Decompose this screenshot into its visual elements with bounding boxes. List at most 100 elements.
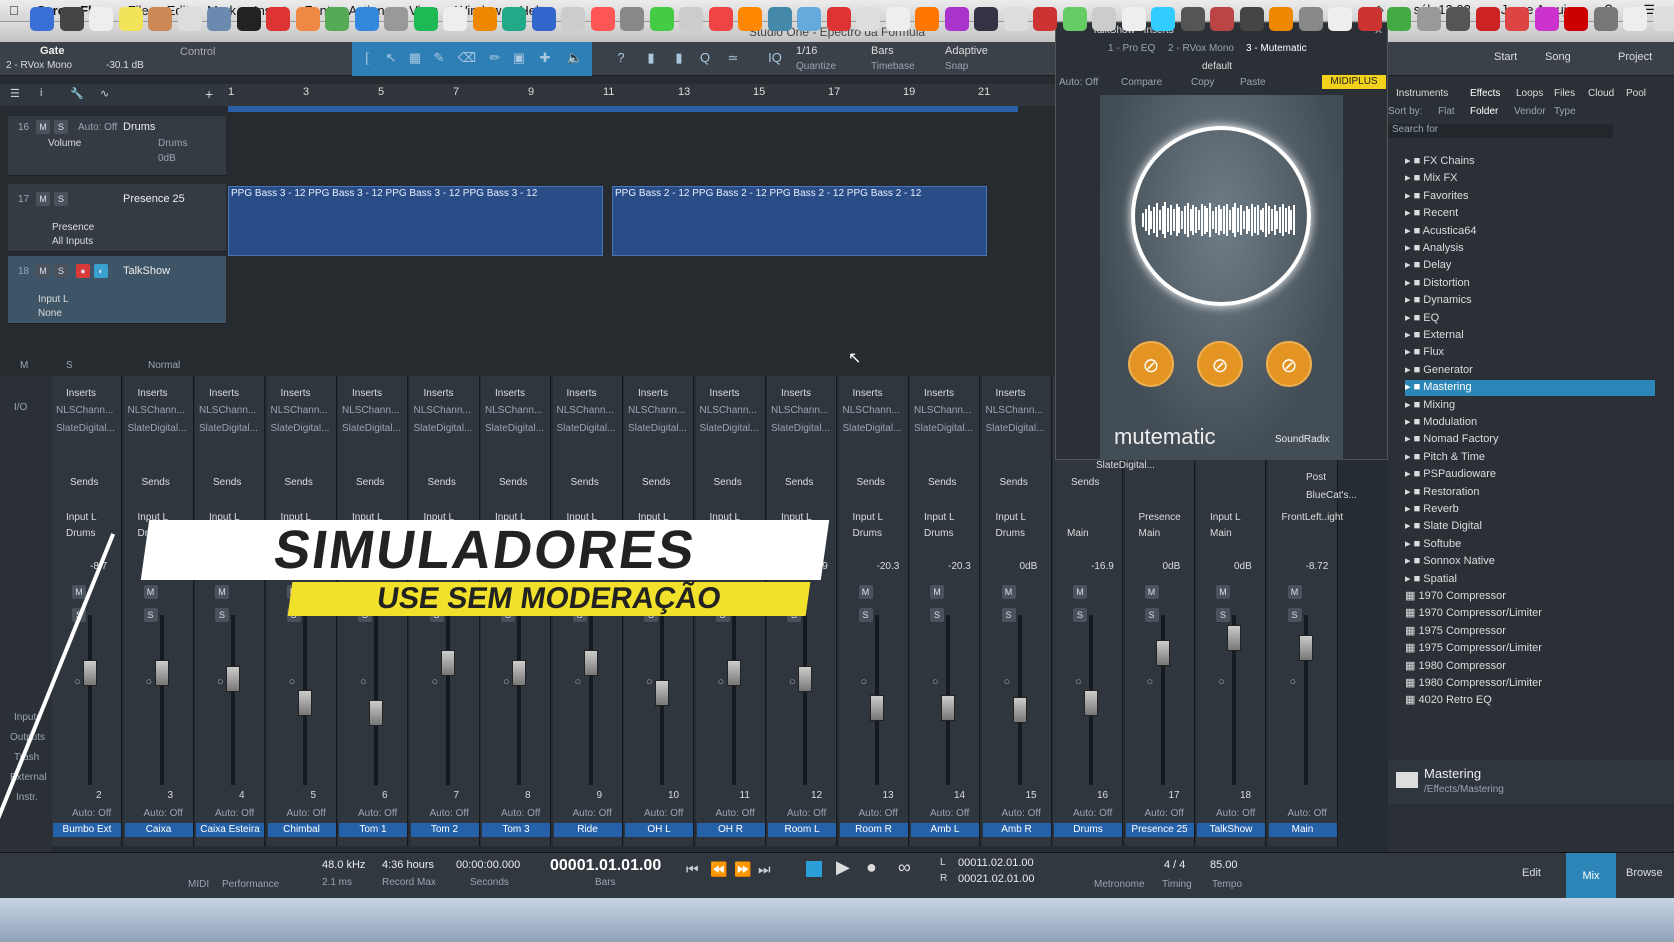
- auto-mode[interactable]: Auto: Off: [430, 808, 469, 819]
- instr-label[interactable]: Instr.: [16, 792, 38, 803]
- insert-slot-1[interactable]: NLSChann...: [771, 405, 828, 416]
- channel-name[interactable]: Drums: [1054, 823, 1122, 837]
- plugin-tab-2[interactable]: 2 - RVox Mono: [1168, 43, 1234, 54]
- channel-output[interactable]: Drums: [924, 528, 953, 539]
- browser-item[interactable]: ▸ ■ Analysis: [1405, 241, 1655, 257]
- volume-fader[interactable]: [726, 660, 741, 686]
- browser-item[interactable]: ▸ ■ Modulation: [1405, 415, 1655, 431]
- channel-strip[interactable]: [52, 376, 122, 846]
- insert-slot-2[interactable]: SlateDigital...: [843, 423, 902, 434]
- auto-mode[interactable]: Auto: Off: [501, 808, 540, 819]
- insert-slot-1[interactable]: NLSChann...: [557, 405, 614, 416]
- channel-output[interactable]: Main: [1067, 528, 1089, 539]
- mute-button[interactable]: M: [1001, 585, 1016, 599]
- tab-cloud[interactable]: Cloud: [1588, 88, 1614, 99]
- browser-item[interactable]: ▸ ■ External: [1405, 328, 1655, 344]
- sends-header[interactable]: Sends: [642, 477, 670, 488]
- inserts-header[interactable]: Inserts: [567, 388, 597, 399]
- pan-knob-icon[interactable]: ○: [217, 676, 224, 688]
- messages-icon[interactable]: [620, 7, 644, 31]
- auto-mode[interactable]: Auto: Off: [1073, 808, 1112, 819]
- copy-button[interactable]: Copy: [1191, 77, 1214, 88]
- app-icon[interactable]: [1062, 7, 1087, 31]
- auto-mode[interactable]: Auto: Off: [287, 808, 326, 819]
- app-icon[interactable]: [797, 7, 821, 31]
- forward-end-icon[interactable]: ⏭: [758, 861, 771, 878]
- transient-icon[interactable]: ▮: [640, 47, 662, 69]
- mute-button[interactable]: M: [1073, 585, 1087, 599]
- iq-icon[interactable]: IQ: [764, 47, 786, 69]
- volume-fader[interactable]: [869, 695, 884, 721]
- input-select[interactable]: All Inputs: [52, 236, 93, 247]
- spotify-icon[interactable]: [413, 7, 438, 31]
- channel-output[interactable]: Main: [1139, 528, 1161, 539]
- tab-pool[interactable]: Pool: [1626, 88, 1646, 99]
- pan-knob-icon[interactable]: ○: [932, 676, 939, 688]
- channel-output[interactable]: Drums: [996, 528, 1025, 539]
- insert-slot-1[interactable]: NLSChann...: [271, 405, 328, 416]
- sends-header[interactable]: Sends: [785, 477, 813, 488]
- insert-slot-2[interactable]: SlateDigital...: [56, 423, 115, 434]
- chrome-icon[interactable]: [649, 7, 674, 31]
- track-presence[interactable]: 17 M S Presence 25 Presence All Inputs: [8, 184, 226, 252]
- add-track-icon[interactable]: +: [205, 86, 213, 102]
- tab-effects[interactable]: Effects: [1470, 88, 1500, 99]
- vlc-icon[interactable]: [472, 7, 497, 31]
- browser-item[interactable]: ▸ ■ Delay: [1405, 258, 1655, 274]
- edit-view-button[interactable]: Edit: [1522, 867, 1541, 879]
- auto-mode[interactable]: Auto: Off: [787, 808, 826, 819]
- volume-fader[interactable]: [655, 680, 669, 706]
- sends-header[interactable]: Sends: [571, 477, 599, 488]
- pan-knob-icon[interactable]: ○: [1075, 676, 1082, 688]
- inserts-header[interactable]: Inserts: [924, 388, 954, 399]
- insert-slot-1[interactable]: NLSChann...: [700, 405, 757, 416]
- instrument-select[interactable]: Presence: [52, 222, 94, 233]
- sort-type[interactable]: Type: [1554, 106, 1576, 117]
- insert-slot-1[interactable]: NLSChann...: [56, 405, 113, 416]
- output-select[interactable]: None: [38, 308, 62, 319]
- channel-name[interactable]: OH L: [625, 823, 693, 837]
- itunes-icon[interactable]: [590, 7, 615, 31]
- skype-icon[interactable]: [354, 7, 379, 31]
- insert-slot-2[interactable]: SlateDigital...: [986, 423, 1045, 434]
- channel-name[interactable]: Amb R: [982, 823, 1051, 837]
- auto-mode[interactable]: Auto: Off: [859, 808, 898, 819]
- launchpad-icon[interactable]: [59, 7, 84, 31]
- bars-display[interactable]: 00001.01.01.00: [550, 857, 661, 875]
- app-icon[interactable]: [1534, 7, 1559, 31]
- compare-button[interactable]: Compare: [1121, 77, 1162, 88]
- pan-knob-icon[interactable]: ○: [146, 676, 153, 688]
- browser-item[interactable]: ▸ ■ Favorites: [1405, 189, 1655, 205]
- pan-knob-icon[interactable]: ○: [1147, 676, 1154, 688]
- sends-header[interactable]: Sends: [213, 477, 241, 488]
- channel-input[interactable]: Input L: [996, 512, 1027, 523]
- tab-instruments[interactable]: Instruments: [1396, 88, 1448, 99]
- arrow-tool-icon[interactable]: ↖: [380, 47, 402, 69]
- channel-output[interactable]: Drums: [66, 528, 95, 539]
- finder-icon[interactable]: [30, 7, 54, 31]
- insert-slot-1[interactable]: NLSChann...: [199, 405, 256, 416]
- app-icon[interactable]: [767, 7, 792, 31]
- browser-item[interactable]: ▦ 1980 Compressor: [1405, 659, 1655, 675]
- browser-item[interactable]: ▸ ■ Distortion: [1405, 276, 1655, 292]
- inserts-header[interactable]: Inserts: [424, 388, 454, 399]
- volume-fader[interactable]: [154, 660, 169, 686]
- plugin-auto[interactable]: Auto: Off: [1059, 77, 1098, 88]
- sends-header[interactable]: Sends: [285, 477, 313, 488]
- track-list-icon[interactable]: ☰: [10, 87, 20, 100]
- seconds-display[interactable]: 00:00:00.000: [456, 859, 520, 871]
- browser-item[interactable]: ▸ ■ Restoration: [1405, 485, 1655, 501]
- channel-strip[interactable]: [910, 376, 980, 846]
- after-effects-icon[interactable]: [915, 7, 939, 31]
- channel-input[interactable]: Input L: [924, 512, 955, 523]
- insert-slot-1[interactable]: NLSChann...: [485, 405, 542, 416]
- browser-item[interactable]: ▸ ■ Flux: [1405, 345, 1655, 361]
- app-icon[interactable]: [1593, 7, 1618, 31]
- track-talkshow[interactable]: 18 M S ● ◐ TalkShow Input L None: [8, 256, 226, 324]
- insert-slot-2[interactable]: SlateDigital...: [557, 423, 616, 434]
- channel-input[interactable]: Presence: [1139, 512, 1181, 523]
- browser-item[interactable]: ▸ ■ Slate Digital: [1405, 519, 1655, 535]
- app-icon[interactable]: [1033, 7, 1057, 31]
- channel-name[interactable]: Caixa Esteira: [196, 823, 264, 837]
- mute-a-icon[interactable]: ⊘: [1128, 341, 1174, 387]
